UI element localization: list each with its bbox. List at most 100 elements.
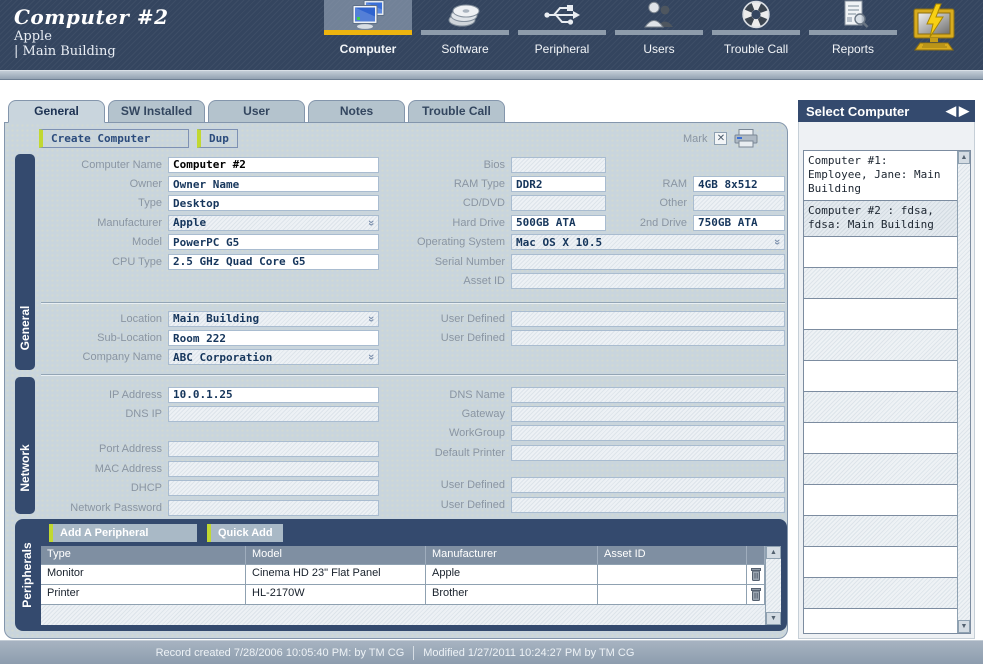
user-defined-field[interactable] <box>511 497 785 513</box>
serial-number-field[interactable] <box>511 254 785 270</box>
print-icon[interactable] <box>734 129 758 148</box>
scroll-down-arrow[interactable]: ▼ <box>766 612 781 625</box>
quick-add-button[interactable]: Quick Add <box>207 524 283 542</box>
tab-general[interactable]: General <box>8 100 105 123</box>
cell-manufacturer: Brother <box>426 585 598 604</box>
table-row[interactable]: Monitor Cinema HD 23" Flat Panel Apple <box>41 564 781 584</box>
model-field[interactable]: PowerPC G5 <box>168 234 379 250</box>
list-item-empty[interactable] <box>804 609 957 634</box>
cell-model: Cinema HD 23" Flat Panel <box>246 565 426 584</box>
tab-trouble-call[interactable]: Trouble Call <box>408 100 505 122</box>
nav-item-peripheral[interactable]: Peripheral <box>518 0 606 56</box>
nav-item-trouble-call[interactable]: Trouble Call <box>712 0 800 56</box>
chevron-down-icon: » <box>366 316 376 322</box>
field-value: Mac OS X 10.5 <box>516 236 602 249</box>
default-printer-field[interactable] <box>511 445 785 461</box>
second-drive-field[interactable]: 750GB ATA <box>693 215 785 231</box>
list-item-selected[interactable]: Computer #2 : fdsa, fdsa: Main Building <box>804 201 957 237</box>
delete-row-icon[interactable] <box>747 565 765 584</box>
nav-item-software[interactable]: Software <box>421 0 509 56</box>
column-header-type[interactable]: Type <box>41 546 246 564</box>
table-empty-area <box>41 604 781 625</box>
nav-label-peripheral: Peripheral <box>518 42 606 56</box>
column-header-asset-id[interactable]: Asset ID <box>598 546 747 564</box>
port-address-field[interactable] <box>168 441 379 457</box>
section-tab-peripherals: Peripherals <box>15 519 39 631</box>
field-value: DDR2 <box>516 178 543 191</box>
cd-dvd-field[interactable] <box>511 195 606 211</box>
cpu-type-field[interactable]: 2.5 GHz Quad Core G5 <box>168 254 379 270</box>
footer-divider <box>413 646 414 660</box>
location-right-column: User Defined User Defined <box>393 309 785 348</box>
field-label: Default Printer <box>393 447 511 459</box>
record-created-text: Record created 7/28/2006 10:05:40 PM: by… <box>156 647 405 659</box>
list-item-empty[interactable] <box>804 423 957 454</box>
user-defined-field[interactable] <box>511 477 785 493</box>
type-field[interactable]: Desktop <box>168 195 379 211</box>
create-computer-button[interactable]: Create Computer <box>39 129 189 148</box>
dns-name-field[interactable] <box>511 387 785 403</box>
computer-name-field[interactable]: Computer #2 <box>168 157 379 173</box>
owner-field[interactable]: Owner Name <box>168 176 379 192</box>
previous-record-icon[interactable]: ◀ <box>946 103 956 119</box>
ram-field[interactable]: 4GB 8x512 <box>693 176 785 192</box>
list-item-empty[interactable] <box>804 299 957 330</box>
list-scrollbar[interactable]: ▲ ▼ <box>957 151 970 633</box>
scroll-up-arrow[interactable]: ▲ <box>766 546 781 559</box>
scroll-down-arrow[interactable]: ▼ <box>958 620 970 633</box>
nav-underline <box>809 30 897 35</box>
other-field[interactable] <box>693 195 785 211</box>
tab-notes[interactable]: Notes <box>308 100 405 122</box>
list-item[interactable]: Computer #1: Employee, Jane: Main Buildi… <box>804 151 957 201</box>
dhcp-field[interactable] <box>168 480 379 496</box>
gateway-field[interactable] <box>511 406 785 422</box>
bios-field[interactable] <box>511 157 606 173</box>
operating-system-dropdown[interactable]: Mac OS X 10.5 » <box>511 234 785 250</box>
ram-type-field[interactable]: DDR2 <box>511 176 606 192</box>
list-item-empty[interactable] <box>804 485 957 516</box>
table-row[interactable]: Printer HL-2170W Brother <box>41 584 781 604</box>
column-header-manufacturer[interactable]: Manufacturer <box>426 546 598 564</box>
workgroup-field[interactable] <box>511 425 785 441</box>
asset-id-field[interactable] <box>511 273 785 289</box>
add-peripheral-button[interactable]: Add A Peripheral <box>49 524 197 542</box>
location-dropdown[interactable]: Main Building » <box>168 311 379 327</box>
list-item-empty[interactable] <box>804 578 957 609</box>
delete-row-icon[interactable] <box>747 585 765 604</box>
peripheral-buttons: Add A Peripheral Quick Add <box>49 524 283 542</box>
nav-label-trouble-call: Trouble Call <box>712 42 800 56</box>
next-record-icon[interactable]: ▶ <box>959 103 969 119</box>
list-item-empty[interactable] <box>804 237 957 268</box>
column-header-model[interactable]: Model <box>246 546 426 564</box>
list-item-empty[interactable] <box>804 454 957 485</box>
field-label: Network Password <box>45 502 168 514</box>
table-scrollbar[interactable]: ▲ ▼ <box>765 546 781 625</box>
list-item-empty[interactable] <box>804 516 957 547</box>
nav-item-users[interactable]: Users <box>615 0 703 56</box>
tab-user[interactable]: User <box>208 100 305 122</box>
nav-item-computer[interactable]: Computer <box>324 0 412 56</box>
manufacturer-dropdown[interactable]: Apple » <box>168 215 379 231</box>
list-item-empty[interactable] <box>804 392 957 423</box>
dns-ip-field[interactable] <box>168 406 379 422</box>
user-defined-field[interactable] <box>511 330 785 346</box>
list-item-empty[interactable] <box>804 330 957 361</box>
app-logo-icon[interactable] <box>905 2 963 56</box>
mark-checkbox[interactable]: ✕ <box>714 132 727 145</box>
tab-sw-installed[interactable]: SW Installed <box>108 100 205 122</box>
sub-location-field[interactable]: Room 222 <box>168 330 379 346</box>
dup-button[interactable]: Dup <box>197 129 238 148</box>
hard-drive-field[interactable]: 500GB ATA <box>511 215 606 231</box>
company-name-dropdown[interactable]: ABC Corporation » <box>168 349 379 365</box>
list-item-empty[interactable] <box>804 361 957 392</box>
network-password-field[interactable] <box>168 500 379 516</box>
section-separator <box>41 374 785 376</box>
field-label: CD/DVD <box>393 197 511 209</box>
user-defined-field[interactable] <box>511 311 785 327</box>
list-item-empty[interactable] <box>804 268 957 299</box>
ip-address-field[interactable]: 10.0.1.25 <box>168 387 379 403</box>
nav-item-reports[interactable]: Reports <box>809 0 897 56</box>
mac-address-field[interactable] <box>168 461 379 477</box>
list-item-empty[interactable] <box>804 547 957 578</box>
scroll-up-arrow[interactable]: ▲ <box>958 151 970 164</box>
